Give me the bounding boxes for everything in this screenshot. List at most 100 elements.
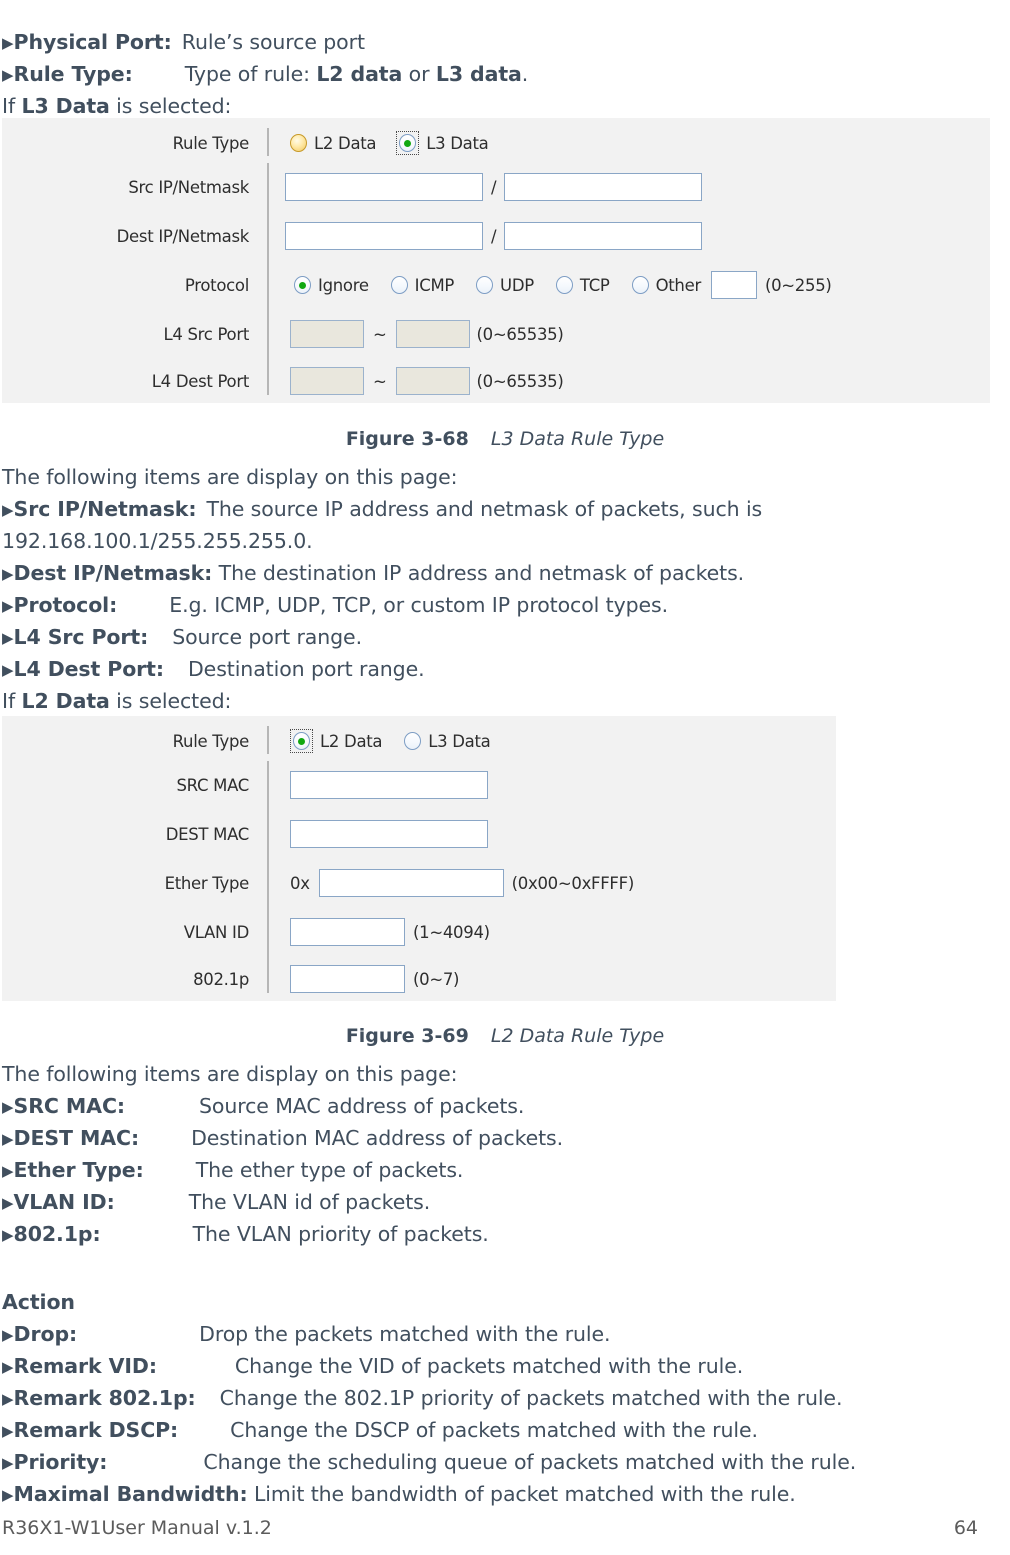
dest-ip-input[interactable] [285,222,483,250]
desc-remark-802-1p: Change the 802.1P priority of packets ma… [219,1386,843,1410]
radio-label-l3-data[interactable]: L3 Data [428,732,491,751]
bullet-priority: ▶Priority: Change the scheduling queue of… [2,1446,856,1479]
desc-l4-src-port: Source port range. [172,625,362,649]
radio-protocol-tcp[interactable] [555,276,573,294]
radio-label-udp[interactable]: UDP [500,276,534,295]
field-label-dest-ip-netmask: Dest IP/Netmask [116,226,250,246]
footer-page-number: 64 [953,1517,978,1539]
radio-label-l2-data[interactable]: L2 Data [320,732,383,751]
bullet-triangle-icon: ▶ [2,1326,14,1344]
bullet-triangle-icon: ▶ [2,501,14,519]
separator-line [267,163,269,395]
term-802-1p: 802.1p: [13,1222,101,1246]
dot1p-input[interactable] [290,965,405,993]
field-group-ether-type: 0x (0x00~0xFFFF) [290,868,634,898]
radio-l2-data[interactable] [293,732,310,750]
l4-dest-port-to-input[interactable] [395,367,470,395]
tilde-separator: ~ [373,371,387,391]
manual-page: ▶ Physical Port: Rule’s source port ▶ Rule … [0,0,1010,1555]
ether-type-input[interactable] [318,869,504,897]
term-maximal-bandwidth: Maximal Bandwidth: [13,1482,248,1506]
desc-dest-mac: Destination MAC address of packets. [191,1126,564,1150]
bullet-triangle-icon: ▶ [2,1358,14,1376]
bullet-triangle-icon: ▶ [2,1194,14,1212]
desc-priority: Change the scheduling queue of packets m… [203,1450,857,1474]
desc-src-ip-netmask: The source IP address and netmask of pac… [206,497,763,521]
option-l3-data: L3 data [435,62,522,86]
radiogroup-rule-type-l3form[interactable]: L2 Data L3 Data [290,128,489,158]
radiogroup-protocol[interactable]: Ignore ICMP UDP TCP Other (0~255) [294,270,832,300]
desc-physical-port: Rule’s source port [181,30,365,54]
radio-l3-data[interactable] [399,134,417,152]
label-rule-type-row: Rule Type [2,726,267,756]
desc-vlan-id: The VLAN id of packets. [188,1190,431,1214]
field-label-rule-type: Rule Type [172,731,250,751]
bullet-triangle-icon: ▶ [2,66,14,84]
dot1p-range-hint: (0~7) [413,969,460,989]
label-l4-src-port-row: L4 Src Port [2,319,267,349]
bullet-triangle-icon: ▶ [2,597,14,615]
bullet-remark-dscp: ▶Remark DSCP: Change the DSCP of packets … [2,1414,758,1447]
src-mac-input[interactable] [290,771,488,799]
if-prefix: If [2,689,16,713]
src-netmask-input[interactable] [504,173,703,201]
desc-rule-type-prefix: Type of rule: [184,62,310,86]
radio-protocol-other[interactable] [631,276,649,294]
radio-protocol-udp[interactable] [476,276,494,294]
lead-text-l3: The following items are display on this … [2,465,458,489]
label-l4-dest-port-row: L4 Dest Port [2,366,267,396]
radiogroup-rule-type-l2form[interactable]: L2 Data L3 Data [290,726,491,756]
bullet-triangle-icon: ▶ [2,1098,14,1116]
label-dest-mac-row: DEST MAC [2,819,267,849]
src-ip-input[interactable] [285,173,483,201]
field-label-ether-type: Ether Type [164,873,250,893]
slash-separator: / [491,177,497,197]
l4-src-port-from-input[interactable] [290,320,364,348]
l4-dest-port-from-input[interactable] [290,367,364,395]
l3-data-bold: L3 Data [21,94,110,118]
desc-dest-ip-netmask: The destination IP address and netmask o… [218,561,745,585]
desc-ether-type: The ether type of packets. [195,1158,464,1182]
tilde-separator: ~ [373,324,387,344]
l4-src-port-to-input[interactable] [395,320,470,348]
radio-protocol-icmp[interactable] [390,276,408,294]
term-protocol: Protocol: [13,593,118,617]
bullet-remark-802-1p: ▶Remark 802.1p: Change the 802.1P priorit… [2,1382,842,1415]
term-dest-ip-netmask: Dest IP/Netmask: [13,561,213,585]
desc-remark-vid: Change the VID of packets matched with t… [234,1354,744,1378]
term-physical-port: Physical Port: [13,30,172,54]
field-group-src-mac [290,770,488,800]
field-group-dest-mac [290,819,488,849]
desc-drop: Drop the packets matched with the rule. [199,1322,611,1346]
bullet-src-ip-netmask: ▶Src IP/Netmask: The source IP address an… [2,493,762,526]
radio-label-ignore[interactable]: Ignore [318,276,369,295]
radio-label-icmp[interactable]: ICMP [415,276,455,295]
label-src-ip-row: Src IP/Netmask [2,172,267,202]
figure-l3-data-rule-type: Rule Type L2 Data L3 Data Src IP/Netmask… [2,118,990,403]
protocol-range-hint: (0~255) [764,275,832,295]
radio-label-l2-data[interactable]: L2 Data [314,134,377,153]
focus-ring [290,729,313,753]
separator-line [267,761,269,993]
protocol-other-input[interactable] [710,271,757,299]
label-vlan-id-row: VLAN ID [2,917,267,947]
l4-dest-port-range-hint: (0~65535) [476,371,564,391]
radio-l2-data[interactable] [290,134,307,152]
radio-l3-data[interactable] [404,732,422,750]
bullet-physical-port: ▶Physical Port: Rule’s source port [2,26,365,59]
radio-label-l3-data[interactable]: L3 Data [426,134,489,153]
radio-protocol-ignore[interactable] [294,276,311,294]
dest-netmask-input[interactable] [504,222,703,250]
bullet-triangle-icon: ▶ [2,1162,14,1180]
field-group-dest-ip: / [285,221,703,251]
term-priority: Priority: [13,1450,108,1474]
label-src-mac-row: SRC MAC [2,770,267,800]
radio-label-tcp[interactable]: TCP [580,276,610,295]
radio-label-other[interactable]: Other [656,276,702,295]
src-ip-example-continuation: 192.168.100.1/255.255.255.0. [2,529,313,553]
figure-number: Figure 3-68 [345,428,469,450]
desc-802-1p: The VLAN priority of packets. [192,1222,489,1246]
vlan-id-input[interactable] [290,918,405,946]
if-l2-data-selected: If L2 Data is selected: [2,685,231,717]
dest-mac-input[interactable] [290,820,488,848]
